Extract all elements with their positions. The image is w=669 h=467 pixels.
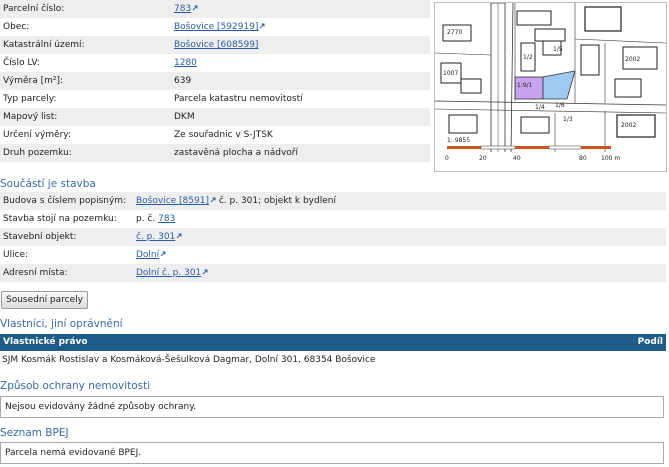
building-row-value: č. p. 301 — [133, 228, 666, 246]
map-parcel-label: 2770 — [447, 29, 462, 36]
map-scale-label: 20 — [479, 155, 487, 162]
building-row-label: Adresní místa: — [0, 264, 133, 282]
external-link-icon[interactable] — [201, 268, 208, 278]
parcel-row-label: Výměra [m²]: — [0, 72, 171, 90]
external-link-icon[interactable] — [191, 4, 198, 14]
external-link-icon[interactable] — [175, 232, 182, 242]
parcel-row-label: Mapový list: — [0, 108, 171, 126]
map-parcel-label: 1: 9855 — [447, 137, 470, 144]
map-scale-label: 80 — [579, 155, 587, 162]
external-link-icon[interactable] — [258, 22, 265, 32]
parcel-row-value: Ze souřadnic v S-JTSK — [174, 130, 273, 140]
map-parcel-label: 1/4 — [535, 104, 545, 111]
protection-heading: Způsob ochrany nemovitosti — [0, 380, 151, 392]
parcel-row-label: Obec: — [3, 22, 30, 32]
building-row: Budova s číslem popisným: Bošovice [8591]… — [0, 192, 666, 210]
parcel-row: Výměra [m²]: 639 — [0, 72, 430, 90]
building-row: Adresní místa: Dolní č. p. 301 — [0, 264, 666, 282]
parcel-row-label: Katastrální území: — [0, 36, 171, 54]
parcel-row-value: DKM — [171, 108, 430, 126]
building-suffix: č. p. 301; objekt k bydlení — [215, 196, 336, 206]
building-link[interactable]: č. p. 301 — [136, 232, 175, 242]
parcel-row-value: Parcela katastru nemovitostí — [174, 94, 303, 104]
parcel-row-label: Typ parcely: — [3, 94, 57, 104]
map-parcel-label: 1/6 — [555, 102, 565, 109]
parcel-info-table: Parcelní číslo: 783 Obec: Bošovice [592919]… — [0, 0, 430, 162]
owners-heading: Vlastníci, jiní oprávnění — [0, 318, 123, 330]
protection-text: Nejsou evidovány žádné způsoby ochrany. — [5, 402, 197, 412]
building-row-value: Bošovice [8591] č. p. 301; objekt k bydl… — [133, 192, 666, 210]
map-parcel-label: 1/2 — [523, 54, 533, 61]
ownership-right-header: Vlastnické právo — [3, 337, 88, 347]
map-parcel-label: 1/3 — [563, 116, 573, 123]
building-row: Stavba stojí na pozemku: p. č. 783 — [0, 210, 666, 228]
map-parcel-label: 2002 — [621, 122, 636, 129]
parcel-row: Druh pozemku: zastavěná plocha a nádvoří — [0, 144, 430, 162]
parcel-row: Parcelní číslo: 783 — [0, 0, 430, 18]
building-row: Ulice: Dolní — [0, 246, 666, 264]
parcel-row-label: Číslo LV: — [3, 58, 40, 68]
bpej-text: Parcela nemá evidované BPEJ. — [5, 448, 142, 458]
bpej-heading: Seznam BPEJ — [0, 427, 69, 439]
building-row-label: Stavba stojí na pozemku: — [3, 214, 117, 224]
owner-row: SJM Kosmák Rostislav a Kosmáková-Šešulko… — [2, 355, 376, 365]
building-link[interactable]: Dolní — [136, 250, 159, 260]
building-row-value: Dolní č. p. 301 — [133, 264, 666, 282]
parcel-row: Katastrální území: Bošovice [608599] — [0, 36, 430, 54]
map-scale-label: 0 — [445, 155, 449, 162]
building-row-value: Dolní — [133, 246, 666, 264]
building-link[interactable]: Bošovice [8591] — [136, 196, 209, 206]
parcel-row-value: Bošovice [592919] — [171, 18, 430, 36]
building-link[interactable]: 783 — [158, 214, 175, 224]
map-scale-label: 100 m — [601, 155, 620, 162]
map-parcel-label: 2002 — [625, 56, 640, 63]
neighbor-parcels-button[interactable]: Sousední parcely — [1, 291, 88, 309]
parcel-value-link[interactable]: 783 — [174, 4, 191, 14]
parcel-row-value: 783 — [171, 0, 430, 18]
parcel-row-label: Druh pozemku: — [0, 144, 171, 162]
bpej-box: Parcela nemá evidované BPEJ. — [0, 442, 664, 464]
map-parcel-label: 1/5 — [553, 46, 563, 53]
buildings-heading: Součástí je stavba — [0, 178, 96, 190]
share-header: Podíl — [637, 337, 663, 347]
owners-table-header: Vlastnické právo Podíl — [0, 334, 666, 351]
buildings-table: Budova s číslem popisným: Bošovice [8591]… — [0, 192, 666, 282]
building-link[interactable]: Dolní č. p. 301 — [136, 268, 201, 278]
parcel-row: Obec: Bošovice [592919] — [0, 18, 430, 36]
building-prefix: p. č. — [136, 214, 159, 224]
protection-box: Nejsou evidovány žádné způsoby ochrany. — [0, 396, 664, 418]
building-row: Stavební objekt: č. p. 301 — [0, 228, 666, 246]
building-row-label: Ulice: — [3, 250, 29, 260]
building-row-label: Stavební objekt: — [0, 228, 133, 246]
external-link-icon[interactable] — [159, 250, 166, 260]
parcel-value-link[interactable]: Bošovice [608599] — [174, 40, 258, 50]
parcel-row-value: 1280 — [171, 54, 430, 72]
map-scale-label: 40 — [513, 155, 521, 162]
building-row-value: p. č. 783 — [133, 210, 666, 228]
parcel-row-label: Určení výměry: — [3, 130, 72, 140]
cadastral-map: 0 20 40 80 100 m 1: 9855 1:9/1 2770 1007 2002 2002… — [435, 3, 666, 171]
parcel-row: Typ parcely: Parcela katastru nemovitostí — [0, 90, 430, 108]
parcel-row-value: Bošovice [608599] — [171, 36, 430, 54]
parcel-row: Číslo LV: 1280 — [0, 54, 430, 72]
parcel-row-value: zastavěná plocha a nádvoří — [171, 144, 430, 162]
parcel-map-thumbnail[interactable]: 0 20 40 80 100 m 1: 9855 1:9/1 2770 1007 2002 2002… — [434, 2, 667, 172]
parcel-row: Mapový list: DKM — [0, 108, 430, 126]
external-link-icon[interactable] — [209, 196, 216, 206]
building-row-label: Budova s číslem popisným: — [0, 192, 133, 210]
map-parcel-label: 1007 — [443, 70, 458, 77]
parcel-row: Určení výměry: Ze souřadnic v S-JTSK — [0, 126, 430, 144]
parcel-row-value: 639 — [171, 72, 430, 90]
parcel-value-link[interactable]: 1280 — [174, 58, 197, 68]
parcel-value-link[interactable]: Bošovice [592919] — [174, 22, 258, 32]
map-parcel-label: 1:9/1 — [517, 82, 533, 89]
parcel-row-label: Parcelní číslo: — [0, 0, 171, 18]
